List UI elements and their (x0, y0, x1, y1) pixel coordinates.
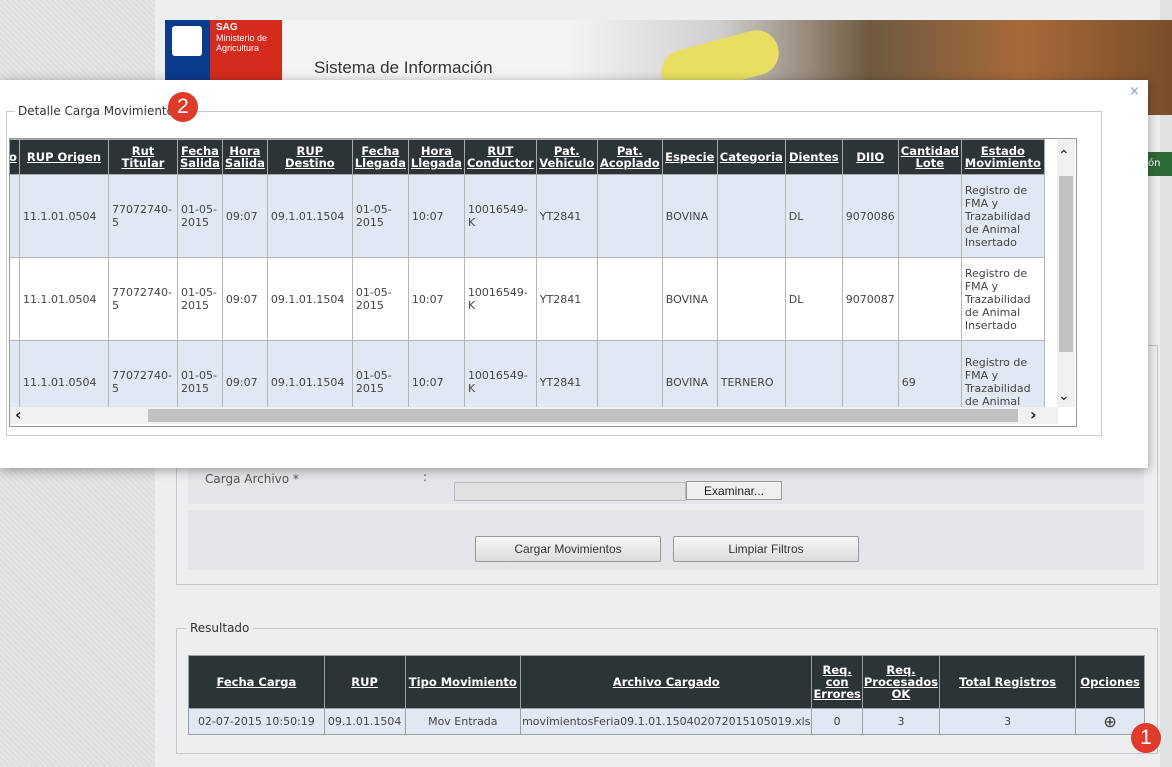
col-fecha-llegada[interactable]: Fecha Llegada (351, 139, 409, 175)
cell-procesados: 3 (861, 708, 941, 735)
col-especie[interactable]: Especie (661, 139, 718, 175)
cell-rut-conductor: 10016549-K (463, 174, 537, 258)
cell-pat-acoplado (596, 174, 663, 258)
cell-diio: 9070087 (841, 257, 899, 341)
cell-hora-llegada: 10:07 (407, 257, 465, 341)
cell-fecha-llegada: 01-05-2015 (351, 174, 409, 258)
col-estado-movimiento[interactable]: Estado Movimiento (960, 139, 1045, 175)
cell-fecha-carga: 02-07-2015 10:50:19 (188, 708, 325, 735)
logo-line2: Ministerio de (216, 33, 268, 43)
col-cantidad-lote[interactable]: Cantidad Lote (897, 139, 962, 175)
cell-rut-titular: 77072740-5 (108, 257, 178, 341)
table-row: 11.1.01.0504 77072740-5 01-05-2015 09:07 09.… (10, 257, 1045, 341)
cell-especie: BOVINA (661, 257, 718, 341)
cell-partial (10, 174, 20, 258)
col-tipo-movimiento[interactable]: Tipo Movimiento (404, 655, 522, 709)
table-row: 02-07-2015 10:50:19 09.1.01.1504 Mov Ent… (188, 708, 1145, 735)
annotation-badge-1: 1 (1131, 723, 1161, 753)
col-rup[interactable]: RUP (323, 655, 406, 709)
cell-tipo: Mov Entrada (404, 708, 522, 735)
logo-line1: SAG (216, 22, 238, 33)
cell-categoria (716, 174, 786, 258)
col-categoria[interactable]: Categoria (716, 139, 786, 175)
scroll-down-icon[interactable]: ⌄ (1058, 388, 1070, 404)
horizontal-scrollbar-thumb[interactable] (148, 409, 1018, 422)
col-rup-destino[interactable]: RUP Destino (266, 139, 353, 175)
cell-hora-llegada: 10:07 (407, 174, 465, 258)
cell-rup-origen: 11.1.01.0504 (19, 174, 109, 258)
cell-rut-conductor: 10016549-K (463, 257, 537, 341)
system-title: Sistema de Información (314, 58, 493, 77)
chile-shield-icon (172, 26, 202, 56)
cell-cantidad-lote (897, 174, 962, 258)
carga-archivo-label: Carga Archivo * (205, 472, 299, 486)
col-partial[interactable]: o (10, 139, 20, 175)
right-edge-button[interactable]: ón (1148, 152, 1172, 176)
cargar-movimientos-button[interactable]: Cargar Movimientos (475, 536, 661, 562)
cell-partial (10, 257, 20, 341)
buttons-row (188, 510, 1144, 570)
cell-diio: 9070086 (841, 174, 899, 258)
page-background-right (1160, 0, 1172, 767)
scroll-left-icon[interactable]: ‹ (15, 405, 22, 424)
cell-rup-destino: 09.1.01.1504 (266, 257, 353, 341)
sag-logo-text: SAG Ministerio de Agricultura (216, 22, 268, 54)
col-dientes[interactable]: Dientes (784, 139, 843, 175)
result-table: Fecha Carga RUP Tipo Movimiento Archivo … (188, 655, 1145, 735)
col-fecha-carga[interactable]: Fecha Carga (188, 655, 325, 709)
col-hora-llegada[interactable]: Hora Llegada (407, 139, 465, 175)
cell-hora-salida: 09:07 (221, 257, 268, 341)
col-rut-conductor[interactable]: RUT Conductor (463, 139, 537, 175)
logo-line3: Agricultura (216, 43, 260, 53)
col-req-procesados[interactable]: Req. Procesados OK (861, 655, 941, 709)
detalle-table: o RUP Origen Rut Titular Fecha Salida Ho… (10, 139, 1045, 424)
col-opciones: Opciones (1075, 655, 1145, 709)
cell-rup: 09.1.01.1504 (323, 708, 406, 735)
zoom-in-icon[interactable]: ⊕ (1103, 712, 1116, 731)
scroll-right-icon[interactable]: › (1030, 405, 1037, 424)
cell-pat-acoplado (596, 257, 663, 341)
cell-rup-origen: 11.1.01.0504 (19, 257, 109, 341)
cell-fecha-salida: 01-05-2015 (177, 257, 223, 341)
cell-dientes: DL (784, 257, 843, 341)
annotation-badge-2: 2 (168, 92, 198, 122)
cell-archivo: movimientosFeria09.1.01.1504020720151050… (520, 708, 813, 735)
cell-categoria (716, 257, 786, 341)
vertical-scrollbar-thumb[interactable] (1059, 176, 1073, 352)
cell-pat-vehiculo: YT2841 (535, 174, 598, 258)
cell-pat-vehiculo: YT2841 (535, 257, 598, 341)
cell-dientes: DL (784, 174, 843, 258)
detalle-grid: o RUP Origen Rut Titular Fecha Salida Ho… (9, 138, 1077, 427)
col-diio[interactable]: DIIO (841, 139, 899, 175)
col-archivo-cargado[interactable]: Archivo Cargado (520, 655, 813, 709)
col-hora-salida[interactable]: Hora Salida (221, 139, 268, 175)
browse-button[interactable]: Examinar... (686, 481, 782, 500)
scroll-up-icon[interactable]: ⌃ (1058, 148, 1070, 164)
col-pat-acoplado[interactable]: Pat. Acoplado (596, 139, 663, 175)
result-legend: Resultado (186, 621, 254, 635)
file-path-input[interactable] (454, 482, 686, 501)
close-icon[interactable]: × (1129, 84, 1140, 99)
col-rup-origen[interactable]: RUP Origen (19, 139, 109, 175)
cell-especie: BOVINA (661, 174, 718, 258)
modal-legend: Detalle Carga Movimiento (15, 104, 177, 118)
cell-fecha-llegada: 01-05-2015 (351, 257, 409, 341)
cell-fecha-salida: 01-05-2015 (177, 174, 223, 258)
cell-errores: 0 (811, 708, 863, 735)
cell-rut-titular: 77072740-5 (108, 174, 178, 258)
cell-cantidad-lote (897, 257, 962, 341)
cell-hora-salida: 09:07 (221, 174, 268, 258)
label-colon: : (423, 470, 428, 484)
col-pat-vehiculo[interactable]: Pat. Vehiculo (535, 139, 598, 175)
cell-estado: Registro de FMA y Trazabilidad de Animal… (960, 174, 1045, 258)
col-fecha-salida[interactable]: Fecha Salida (177, 139, 223, 175)
cell-estado: Registro de FMA y Trazabilidad de Animal… (960, 257, 1045, 341)
col-req-errores[interactable]: Req. con Errores (811, 655, 863, 709)
table-row: 11.1.01.0504 77072740-5 01-05-2015 09:07 09.… (10, 174, 1045, 258)
cell-total: 3 (939, 708, 1077, 735)
cell-rup-destino: 09.1.01.1504 (266, 174, 353, 258)
col-rut-titular[interactable]: Rut Titular (108, 139, 178, 175)
col-total-registros[interactable]: Total Registros (939, 655, 1077, 709)
limpiar-filtros-button[interactable]: Limpiar Filtros (673, 536, 859, 562)
